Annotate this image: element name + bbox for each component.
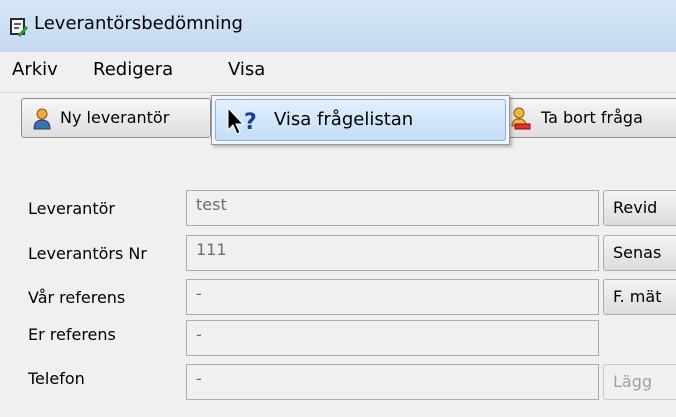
menu-redigera[interactable]: Redigera xyxy=(91,59,175,80)
delete-question-icon xyxy=(511,107,531,130)
menu-bar: Arkiv Redigera Visa xyxy=(0,52,676,93)
our-reference-field[interactable]: - xyxy=(186,279,599,315)
supplier-number-field[interactable]: 111 xyxy=(186,235,599,271)
delete-question-button[interactable]: Ta bort fråga xyxy=(506,98,676,138)
field-label-our-reference: Vår referens xyxy=(28,288,126,307)
title-bar: Leverantörsbedömning xyxy=(0,0,676,52)
supplier-field[interactable]: test xyxy=(186,190,599,226)
field-label-supplier-number: Leverantörs Nr xyxy=(28,244,147,263)
visa-dropdown-menu: ? Visa frågelistan xyxy=(211,95,510,145)
field-label-phone: Telefon xyxy=(28,369,85,388)
add-button[interactable]: Lägg xyxy=(603,364,676,400)
show-question-list-menu-item[interactable]: ? Visa frågelistan xyxy=(215,99,506,141)
new-supplier-button[interactable]: Ny leverantör xyxy=(21,98,211,138)
field-label-your-reference: Er referens xyxy=(28,325,116,344)
help-pointer-icon: ? xyxy=(227,106,257,135)
menu-arkiv[interactable]: Arkiv xyxy=(10,59,60,80)
app-icon xyxy=(10,18,29,37)
revision-button[interactable]: Revid xyxy=(603,190,676,226)
show-question-list-label: Visa frågelistan xyxy=(274,109,414,130)
your-reference-field[interactable]: - xyxy=(186,320,599,356)
person-icon xyxy=(33,108,51,130)
latest-button[interactable]: Senas xyxy=(603,235,676,271)
field-label-supplier: Leverantör xyxy=(28,199,115,218)
window-title: Leverantörsbedömning xyxy=(34,13,243,34)
new-supplier-label: Ny leverantör xyxy=(60,108,170,127)
svg-text:?: ? xyxy=(244,110,257,135)
delete-question-label: Ta bort fråga xyxy=(541,108,643,127)
menu-visa[interactable]: Visa xyxy=(226,59,267,80)
measurement-button[interactable]: F. mät xyxy=(603,279,676,315)
phone-field[interactable]: - xyxy=(186,364,599,400)
